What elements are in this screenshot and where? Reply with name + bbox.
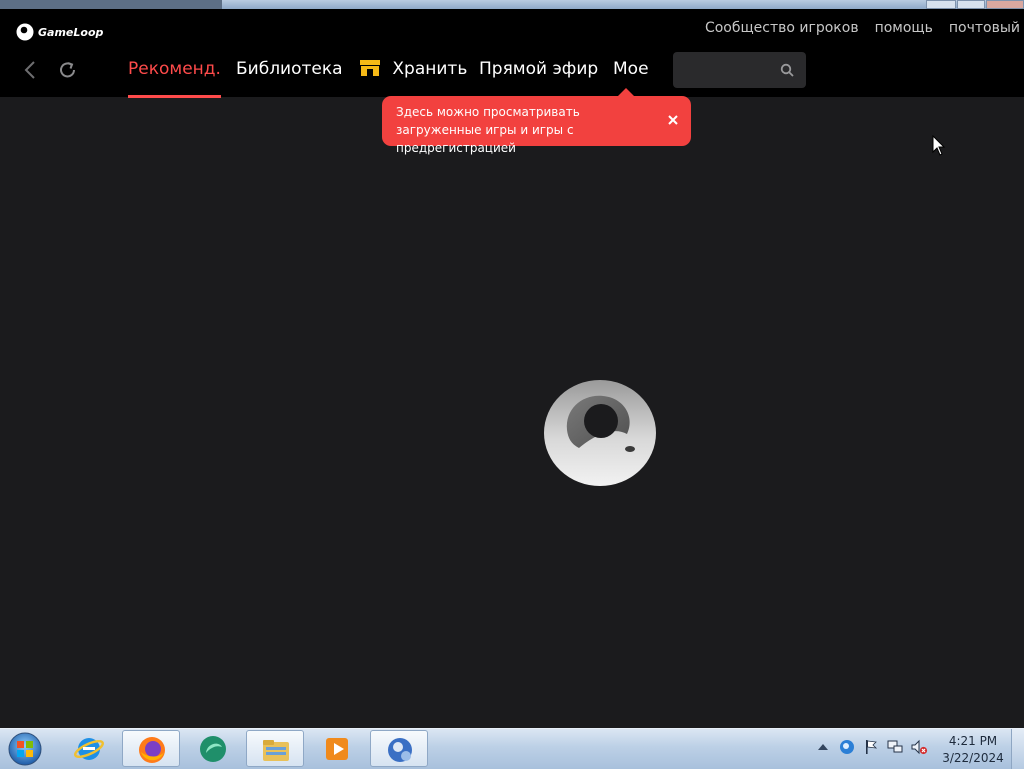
- gameloop-loading-icon: [544, 380, 656, 486]
- clock-time: 4:21 PM: [948, 734, 998, 748]
- taskbar-gameloop[interactable]: [370, 730, 428, 767]
- firefox-icon: [139, 737, 165, 763]
- file-explorer-icon: [263, 740, 289, 761]
- close-window-button[interactable]: [986, 0, 1024, 9]
- tab-label: Хранить: [392, 59, 468, 79]
- store-icon: [360, 60, 380, 76]
- tab-label: Мое: [613, 59, 649, 79]
- start-button-icon[interactable]: [5, 730, 45, 768]
- clock-date: 3/22/2024: [942, 751, 1004, 765]
- tab-store[interactable]: Хранить: [359, 59, 467, 97]
- network-icon[interactable]: [886, 738, 904, 756]
- help-link[interactable]: помощь: [875, 20, 933, 36]
- tooltip-text: Здесь можно просматривать загруженные иг…: [396, 105, 580, 155]
- search-icon[interactable]: [780, 63, 794, 77]
- search-box[interactable]: [673, 52, 806, 88]
- taskbar: 4:21 PM 3/22/2024: [0, 728, 1024, 769]
- minimize-button[interactable]: [926, 0, 956, 9]
- community-link[interactable]: Сообщество игроков: [705, 20, 859, 36]
- logo-text: GameLoop: [38, 25, 104, 39]
- system-tray: [814, 738, 928, 756]
- gameloop-logo-icon: [16, 23, 34, 41]
- show-hidden-icons-icon[interactable]: [814, 738, 832, 756]
- back-arrow-icon[interactable]: [20, 59, 42, 81]
- tab-recommended[interactable]: Рекоменд.: [128, 59, 221, 98]
- tab-label: Прямой эфир: [479, 59, 599, 79]
- gameloop-tray-icon[interactable]: [838, 738, 856, 756]
- top-links: Сообщество игроков помощь почтовый: [705, 20, 1020, 36]
- taskbar-internet-explorer[interactable]: [60, 730, 118, 767]
- gameloop-icon: [388, 738, 412, 762]
- maximize-button[interactable]: [957, 0, 985, 9]
- gameloop-logo[interactable]: GameLoop: [16, 23, 103, 41]
- tab-library[interactable]: Библиотека: [236, 59, 343, 97]
- close-icon[interactable]: [667, 114, 679, 126]
- tab-label: Библиотека: [236, 59, 343, 79]
- window-title-bar: [0, 0, 222, 9]
- taskbar-media-player[interactable]: [308, 730, 366, 767]
- mail-link[interactable]: почтовый: [949, 20, 1020, 36]
- taskbar-firefox[interactable]: [122, 730, 180, 767]
- app-icon: [200, 736, 226, 762]
- mouse-cursor-icon: [932, 135, 946, 156]
- taskbar-file-explorer[interactable]: [246, 730, 304, 767]
- taskbar-app[interactable]: [184, 730, 242, 767]
- media-player-icon: [326, 738, 348, 760]
- reload-icon[interactable]: [57, 59, 79, 81]
- library-hint-tooltip: Здесь можно просматривать загруженные иг…: [382, 88, 691, 155]
- app-header: GameLoop Сообщество игроков помощь почто…: [0, 9, 1024, 98]
- internet-explorer-icon: [73, 738, 105, 760]
- window-title-strip: [0, 0, 1024, 9]
- search-input[interactable]: [681, 58, 775, 84]
- tab-label: Рекоменд.: [128, 59, 221, 79]
- show-desktop-button[interactable]: [1011, 729, 1024, 769]
- system-clock[interactable]: 4:21 PM 3/22/2024: [940, 733, 1006, 767]
- tab-live[interactable]: Прямой эфир: [479, 59, 598, 97]
- action-center-flag-icon[interactable]: [862, 738, 880, 756]
- volume-muted-icon[interactable]: [910, 738, 928, 756]
